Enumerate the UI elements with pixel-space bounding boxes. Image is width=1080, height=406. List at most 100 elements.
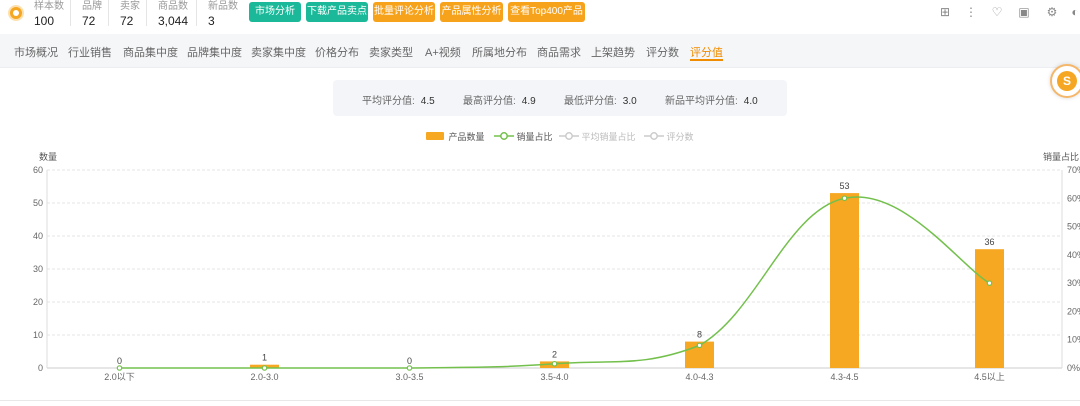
legend-label: 产品数量 <box>448 132 485 142</box>
y-tick-label: 30 <box>33 264 43 274</box>
summary-value: 3.0 <box>622 96 637 107</box>
tab-rating-value[interactable]: 评分值 <box>690 44 723 60</box>
market-analysis-button[interactable]: 市场分析 <box>249 2 301 22</box>
bar <box>540 361 569 368</box>
bar <box>975 249 1004 368</box>
tab-product-demand[interactable]: 商品需求 <box>537 44 581 60</box>
legend-item-avg-sales-share[interactable]: 平均销量占比 <box>559 130 636 143</box>
y-tick-label-right: 30% <box>1067 278 1080 288</box>
batch-review-analysis-button[interactable]: 批量评论分析 <box>373 2 435 22</box>
line-point <box>551 360 558 367</box>
summary-value: 4.0 <box>743 96 758 107</box>
legend-item-product-count[interactable]: 产品数量 <box>426 130 485 143</box>
legend-item-rating-count[interactable]: 评分数 <box>644 130 694 143</box>
stat-products: 商品数 3,044 <box>158 0 188 28</box>
series-line <box>119 196 990 369</box>
stat-label: 品牌 <box>82 1 102 12</box>
y-tick-label-right: 50% <box>1067 222 1080 232</box>
x-tick-label: 2.0-3.0 <box>250 372 278 382</box>
legend-label: 评分数 <box>666 132 694 142</box>
y-tick-label: 0 <box>38 363 43 373</box>
y-tick-label-right: 10% <box>1067 335 1080 345</box>
y-tick-label: 60 <box>33 165 43 175</box>
product-attribute-analysis-button[interactable]: 产品属性分析 <box>440 2 503 22</box>
legend-item-sales-share[interactable]: 销量占比 <box>494 130 553 143</box>
settings-icon[interactable]: ⚙ <box>1045 5 1059 19</box>
stat-label: 样本数 <box>34 1 64 12</box>
floating-assistant-icon[interactable]: S <box>1050 64 1080 98</box>
summary-label: 新品平均评分值: <box>665 96 738 107</box>
bar-data-label: 0 <box>117 356 122 366</box>
summary-label: 最低评分值: <box>564 96 617 107</box>
legend-line-swatch-icon <box>494 132 514 140</box>
active-tab-indicator <box>690 59 723 61</box>
tab-price-distribution[interactable]: 价格分布 <box>315 44 359 60</box>
more-vertical-icon[interactable]: ⋮ <box>964 5 978 19</box>
y-tick-label: 10 <box>33 330 43 340</box>
legend-line-swatch-icon <box>644 132 664 140</box>
y-axis-right-title: 销量占比 <box>1043 152 1080 162</box>
tab-seller-concentration[interactable]: 卖家集中度 <box>251 44 306 60</box>
legend-bar-swatch-icon <box>426 132 444 140</box>
y-tick-label-right: 70% <box>1067 165 1080 175</box>
x-tick-label: 3.5-4.0 <box>540 372 568 382</box>
chart-legend: 产品数量 销量占比 平均销量占比 评分数 <box>426 130 706 142</box>
y-tick-label-right: 0% <box>1067 363 1080 373</box>
y-tick-label-right: 60% <box>1067 193 1080 203</box>
divider <box>70 0 71 26</box>
y-tick-label: 50 <box>33 198 43 208</box>
stat-new-products: 新品数 3 <box>208 0 238 28</box>
stat-label: 卖家 <box>120 1 140 12</box>
summary-label: 平均评分值: <box>362 96 415 107</box>
tab-bar: 市场概况 行业销售 商品集中度 品牌集中度 卖家集中度 价格分布 卖家类型 A+… <box>0 34 1080 68</box>
stats-bar: 样本数 100 品牌 72 卖家 72 商品数 3,044 新品数 3 市场分析… <box>0 0 1080 34</box>
line-point <box>841 195 848 202</box>
grid-icon[interactable]: ⊞ <box>938 5 952 19</box>
bar <box>685 341 714 368</box>
tab-product-concentration[interactable]: 商品集中度 <box>123 44 178 60</box>
download-selling-points-button[interactable]: 下载产品卖点 <box>306 2 368 22</box>
bar-data-label: 36 <box>984 237 994 247</box>
x-tick-label: 4.5以上 <box>974 372 1005 382</box>
summary-label: 最高评分值: <box>463 96 516 107</box>
stat-value: 3 <box>208 14 215 28</box>
bar-data-label: 2 <box>552 349 557 359</box>
tab-brand-concentration[interactable]: 品牌集中度 <box>187 44 242 60</box>
x-tick-label: 4.0-4.3 <box>685 372 713 382</box>
summary-min-rating: 最低评分值: 3.0 <box>564 92 637 107</box>
x-tick-label: 4.3-4.5 <box>830 372 858 382</box>
summary-value: 4.5 <box>420 96 435 107</box>
stat-label: 新品数 <box>208 1 238 12</box>
summary-value: 4.9 <box>521 96 536 107</box>
y-tick-label: 40 <box>33 231 43 241</box>
line-point <box>116 365 123 371</box>
stat-value: 3,044 <box>158 14 189 28</box>
line-point <box>406 365 413 371</box>
stat-sellers: 卖家 72 <box>120 0 140 28</box>
tab-listing-trend[interactable]: 上架趋势 <box>591 44 635 60</box>
view-top400-button[interactable]: 查看Top400产品 <box>508 2 585 22</box>
stat-value: 72 <box>82 14 96 28</box>
legend-line-swatch-icon <box>559 132 579 140</box>
brand-logo-icon <box>8 5 24 21</box>
tab-seller-type[interactable]: 卖家类型 <box>369 44 413 60</box>
x-tick-label: 3.0-3.5 <box>395 372 423 382</box>
menu-icon[interactable]: ◐ <box>1068 5 1080 19</box>
legend-label: 销量占比 <box>516 132 553 142</box>
tab-location-distribution[interactable]: 所属地分布 <box>472 44 527 60</box>
tab-industry-sales[interactable]: 行业销售 <box>68 44 112 60</box>
heart-icon[interactable]: ♡ <box>990 5 1004 19</box>
stat-value: 100 <box>34 14 55 28</box>
divider <box>196 0 197 26</box>
y-tick-label-right: 20% <box>1067 306 1080 316</box>
line-point <box>696 342 703 349</box>
video-icon[interactable]: ▣ <box>1017 5 1031 19</box>
stat-value: 72 <box>120 14 134 28</box>
rating-summary: 平均评分值: 4.5 最高评分值: 4.9 最低评分值: 3.0 新品平均评分值: 4.… <box>333 80 787 116</box>
tab-market-overview[interactable]: 市场概况 <box>14 44 58 60</box>
y-axis-title: 数量 <box>39 152 58 162</box>
tab-aplus-video[interactable]: A+视频 <box>425 44 461 60</box>
tab-rating-count[interactable]: 评分数 <box>646 44 679 60</box>
summary-avg-rating: 平均评分值: 4.5 <box>362 92 435 107</box>
stat-brands: 品牌 72 <box>82 0 102 28</box>
